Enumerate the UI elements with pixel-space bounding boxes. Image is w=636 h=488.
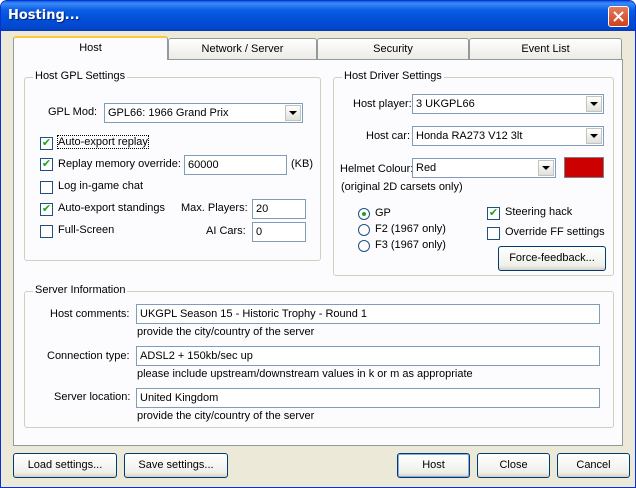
class-f2-radio[interactable] bbox=[358, 224, 370, 236]
host-button[interactable]: Host bbox=[397, 453, 470, 478]
steering-hack-label[interactable]: Steering hack bbox=[505, 206, 572, 218]
helmet-colour-label: Helmet Colour: bbox=[340, 163, 414, 175]
class-gp-radio[interactable] bbox=[358, 208, 370, 220]
full-screen-checkbox[interactable] bbox=[40, 225, 53, 238]
close-icon bbox=[613, 11, 624, 22]
server-location-label: Server location: bbox=[54, 391, 131, 403]
host-car-value: Honda RA273 V12 3lt bbox=[416, 130, 523, 142]
chevron-down-icon[interactable] bbox=[538, 160, 554, 176]
helmet-colour-value: Red bbox=[416, 162, 437, 174]
cancel-button[interactable]: Cancel bbox=[557, 453, 630, 478]
helmet-colour-select[interactable]: Red bbox=[412, 158, 556, 178]
force-feedback-button[interactable]: Force-feedback... bbox=[498, 246, 606, 271]
gpl-mod-label: GPL Mod: bbox=[48, 106, 98, 118]
replay-memory-input[interactable]: 60000 bbox=[184, 155, 287, 175]
tab-event-list[interactable]: Event List bbox=[469, 38, 622, 59]
group-title: Server Information bbox=[33, 284, 128, 296]
title-bar[interactable]: Hosting... bbox=[1, 1, 635, 31]
tab-network-server[interactable]: Network / Server bbox=[168, 38, 317, 59]
tab-host[interactable]: Host bbox=[13, 36, 168, 60]
replay-memory-label[interactable]: Replay memory override: bbox=[58, 158, 181, 170]
server-location-input[interactable]: United Kingdom bbox=[136, 388, 600, 408]
host-comments-hint: provide the city/country of the server bbox=[137, 326, 315, 338]
auto-export-standings-label[interactable]: Auto-export standings bbox=[58, 202, 165, 214]
auto-export-replay-label[interactable]: Auto-export replay bbox=[57, 135, 149, 149]
host-player-value: 3 UKGPL66 bbox=[416, 98, 475, 110]
class-f3-radio[interactable] bbox=[358, 240, 370, 252]
close-button[interactable]: Close bbox=[477, 453, 550, 478]
load-settings-button[interactable]: Load settings... bbox=[13, 453, 117, 478]
log-chat-label[interactable]: Log in-game chat bbox=[58, 180, 143, 192]
override-ff-label[interactable]: Override FF settings bbox=[505, 226, 605, 238]
host-comments-input[interactable]: UKGPL Season 15 - Historic Trophy - Roun… bbox=[136, 304, 600, 324]
connection-type-input[interactable]: ADSL2 + 150kb/sec up bbox=[136, 346, 600, 366]
host-player-select[interactable]: 3 UKGPL66 bbox=[412, 94, 604, 114]
carsets-note: (original 2D carsets only) bbox=[341, 181, 463, 193]
steering-hack-checkbox[interactable]: ✔ bbox=[487, 207, 500, 220]
host-comments-label: Host comments: bbox=[50, 308, 130, 320]
chevron-down-icon[interactable] bbox=[285, 105, 301, 121]
replay-memory-unit: (KB) bbox=[291, 158, 313, 170]
class-gp-label[interactable]: GP bbox=[375, 207, 391, 219]
close-window-button[interactable] bbox=[608, 6, 629, 27]
replay-memory-checkbox[interactable]: ✔ bbox=[40, 158, 53, 171]
full-screen-label[interactable]: Full-Screen bbox=[58, 224, 114, 236]
hosting-dialog: Hosting... Host Network / Server Securit… bbox=[0, 0, 636, 488]
chevron-down-icon[interactable] bbox=[586, 96, 602, 112]
auto-export-replay-checkbox[interactable]: ✔ bbox=[40, 137, 53, 150]
connection-type-label: Connection type: bbox=[47, 350, 130, 362]
host-car-select[interactable]: Honda RA273 V12 3lt bbox=[412, 126, 604, 146]
class-f2-label[interactable]: F2 (1967 only) bbox=[375, 223, 446, 235]
host-player-label: Host player: bbox=[353, 98, 412, 110]
host-car-label: Host car: bbox=[366, 130, 411, 142]
window-title: Hosting... bbox=[8, 8, 80, 23]
group-title: Host GPL Settings bbox=[33, 70, 128, 82]
ai-cars-label: AI Cars: bbox=[206, 225, 246, 237]
connection-type-hint: please include upstream/downstream value… bbox=[137, 368, 473, 380]
log-chat-checkbox[interactable] bbox=[40, 181, 53, 194]
group-title: Host Driver Settings bbox=[342, 70, 444, 82]
save-settings-button[interactable]: Save settings... bbox=[124, 453, 228, 478]
helmet-colour-swatch bbox=[564, 157, 604, 178]
max-players-label: Max. Players: bbox=[181, 202, 248, 214]
gpl-mod-value: GPL66: 1966 Grand Prix bbox=[108, 107, 229, 119]
gpl-mod-select[interactable]: GPL66: 1966 Grand Prix bbox=[104, 103, 303, 123]
chevron-down-icon[interactable] bbox=[586, 128, 602, 144]
server-location-hint: provide the city/country of the server bbox=[137, 410, 315, 422]
ai-cars-input[interactable]: 0 bbox=[252, 222, 306, 242]
override-ff-checkbox[interactable] bbox=[487, 227, 500, 240]
class-f3-label[interactable]: F3 (1967 only) bbox=[375, 239, 446, 251]
auto-export-standings-checkbox[interactable]: ✔ bbox=[40, 203, 53, 216]
max-players-input[interactable]: 20 bbox=[252, 199, 306, 219]
tab-security[interactable]: Security bbox=[317, 38, 469, 59]
